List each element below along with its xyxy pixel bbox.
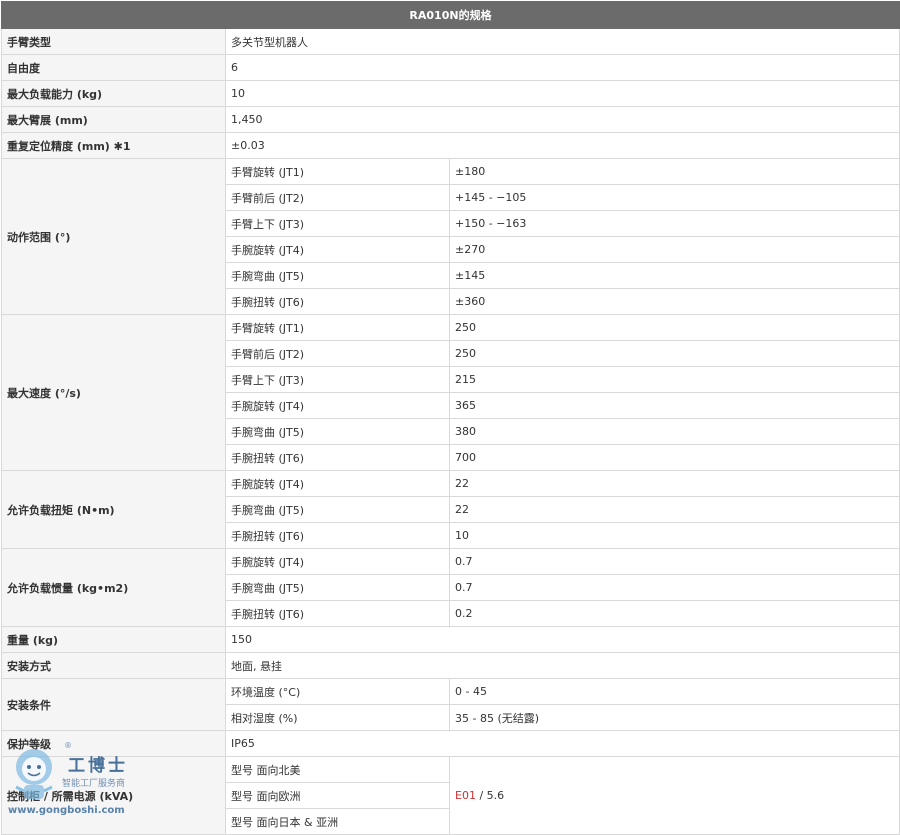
row-value: 地面, 悬挂 xyxy=(225,652,900,679)
axis-value: 0.7 xyxy=(449,548,900,575)
axis-label: 型号 面向日本 & 亚洲 xyxy=(225,808,450,835)
axis-label: 型号 面向北美 xyxy=(225,756,450,783)
table-row: 自由度 6 xyxy=(1,54,900,81)
axis-label: 型号 面向欧洲 xyxy=(225,782,450,809)
table-row: 允许负载扭矩 (N•m) 手腕旋转 (JT4) 22 xyxy=(1,470,900,549)
row-value: ±0.03 xyxy=(225,132,900,159)
axis-label: 手腕扭转 (JT6) xyxy=(225,444,450,471)
axis-label: 手臂上下 (JT3) xyxy=(225,366,450,393)
axis-value: ±145 xyxy=(449,262,900,289)
axis-value: ±180 xyxy=(449,158,900,185)
spec-table: RA010N的规格 手臂类型 多关节型机器人 自由度 6 最大负载能力 (kg)… xyxy=(1,1,900,835)
table-row: 允许负载惯量 (kg•m2) 手腕旋转 (JT4) 0.7 xyxy=(1,548,900,627)
axis-label: 手腕扭转 (JT6) xyxy=(225,600,450,627)
table-row: 最大臂展 (mm) 1,450 xyxy=(1,106,900,133)
table-row: 安装方式 地面, 悬挂 xyxy=(1,652,900,679)
axis-label: 手臂前后 (JT2) xyxy=(225,340,450,367)
axis-value: +150 - −163 xyxy=(449,210,900,237)
table-row: 手臂类型 多关节型机器人 xyxy=(1,28,900,55)
row-value: IP65 xyxy=(225,730,900,757)
axis-label: 手腕弯曲 (JT5) xyxy=(225,262,450,289)
row-value: 10 xyxy=(225,80,900,107)
axis-label: 手腕旋转 (JT4) xyxy=(225,548,450,575)
row-label: 自由度 xyxy=(1,54,226,81)
table-row: 动作范围 (°) 手臂旋转 (JT1) ±180 xyxy=(1,158,900,315)
row-value: 多关节型机器人 xyxy=(225,28,900,55)
axis-value: 0.7 xyxy=(449,574,900,601)
axis-label: 手腕弯曲 (JT5) xyxy=(225,496,450,523)
row-label: 最大负载能力 (kg) xyxy=(1,80,226,107)
table-row: 控制柜 / 所需电源 (kVA) 型号 面向北美 E01 / 5.6 xyxy=(1,756,900,835)
controller-code: E01 xyxy=(455,789,476,802)
axis-value: 22 xyxy=(449,470,900,497)
row-label: 重量 (kg) xyxy=(1,626,226,653)
group-label-conditions: 安装条件 xyxy=(1,678,226,731)
table-row: 最大速度 (°/s) 手臂旋转 (JT1) 250 xyxy=(1,314,900,471)
group-label-motion-range: 动作范围 (°) xyxy=(1,158,226,315)
axis-value: 0.2 xyxy=(449,600,900,627)
row-label: 安装方式 xyxy=(1,652,226,679)
table-title-row: RA010N的规格 xyxy=(1,1,900,29)
table-row: 重复定位精度 (mm) ✱1 ±0.03 xyxy=(1,132,900,159)
group-label-max-speed: 最大速度 (°/s) xyxy=(1,314,226,471)
axis-value: ±360 xyxy=(449,288,900,315)
axis-label: 手臂旋转 (JT1) xyxy=(225,158,450,185)
axis-value: +145 - −105 xyxy=(449,184,900,211)
axis-value: 0 - 45 xyxy=(449,678,900,705)
axis-value: 700 xyxy=(449,444,900,471)
table-row: 安装条件 环境温度 (°C) 0 - 45 xyxy=(1,678,900,731)
row-label: 最大臂展 (mm) xyxy=(1,106,226,133)
axis-label: 相对湿度 (%) xyxy=(225,704,450,731)
row-label: 手臂类型 xyxy=(1,28,226,55)
axis-label: 环境温度 (°C) xyxy=(225,678,450,705)
axis-value: 35 - 85 (无结露) xyxy=(449,704,900,731)
axis-value: 380 xyxy=(449,418,900,445)
controller-value: E01 / 5.6 xyxy=(449,756,900,835)
axis-label: 手臂前后 (JT2) xyxy=(225,184,450,211)
group-label-inertia: 允许负载惯量 (kg•m2) xyxy=(1,548,226,627)
axis-value: 215 xyxy=(449,366,900,393)
axis-value: 365 xyxy=(449,392,900,419)
table-row: 重量 (kg) 150 xyxy=(1,626,900,653)
group-label-controller: 控制柜 / 所需电源 (kVA) xyxy=(1,756,226,835)
axis-value: 22 xyxy=(449,496,900,523)
row-label: 保护等级 xyxy=(1,730,226,757)
table-row: 保护等级 IP65 xyxy=(1,730,900,757)
axis-label: 手腕旋转 (JT4) xyxy=(225,470,450,497)
row-label: 重复定位精度 (mm) ✱1 xyxy=(1,132,226,159)
axis-label: 手腕弯曲 (JT5) xyxy=(225,418,450,445)
axis-label: 手腕扭转 (JT6) xyxy=(225,288,450,315)
table-row: 最大负载能力 (kg) 10 xyxy=(1,80,900,107)
axis-label: 手腕扭转 (JT6) xyxy=(225,522,450,549)
row-value: 1,450 xyxy=(225,106,900,133)
controller-power: / 5.6 xyxy=(475,789,505,802)
axis-label: 手腕弯曲 (JT5) xyxy=(225,574,450,601)
row-value: 150 xyxy=(225,626,900,653)
axis-label: 手臂上下 (JT3) xyxy=(225,210,450,237)
axis-label: 手臂旋转 (JT1) xyxy=(225,314,450,341)
group-label-torque: 允许负载扭矩 (N•m) xyxy=(1,470,226,549)
axis-label: 手腕旋转 (JT4) xyxy=(225,392,450,419)
axis-value: ±270 xyxy=(449,236,900,263)
axis-value: 250 xyxy=(449,340,900,367)
row-value: 6 xyxy=(225,54,900,81)
axis-value: 10 xyxy=(449,522,900,549)
table-title: RA010N的规格 xyxy=(1,1,900,29)
axis-label: 手腕旋转 (JT4) xyxy=(225,236,450,263)
axis-value: 250 xyxy=(449,314,900,341)
